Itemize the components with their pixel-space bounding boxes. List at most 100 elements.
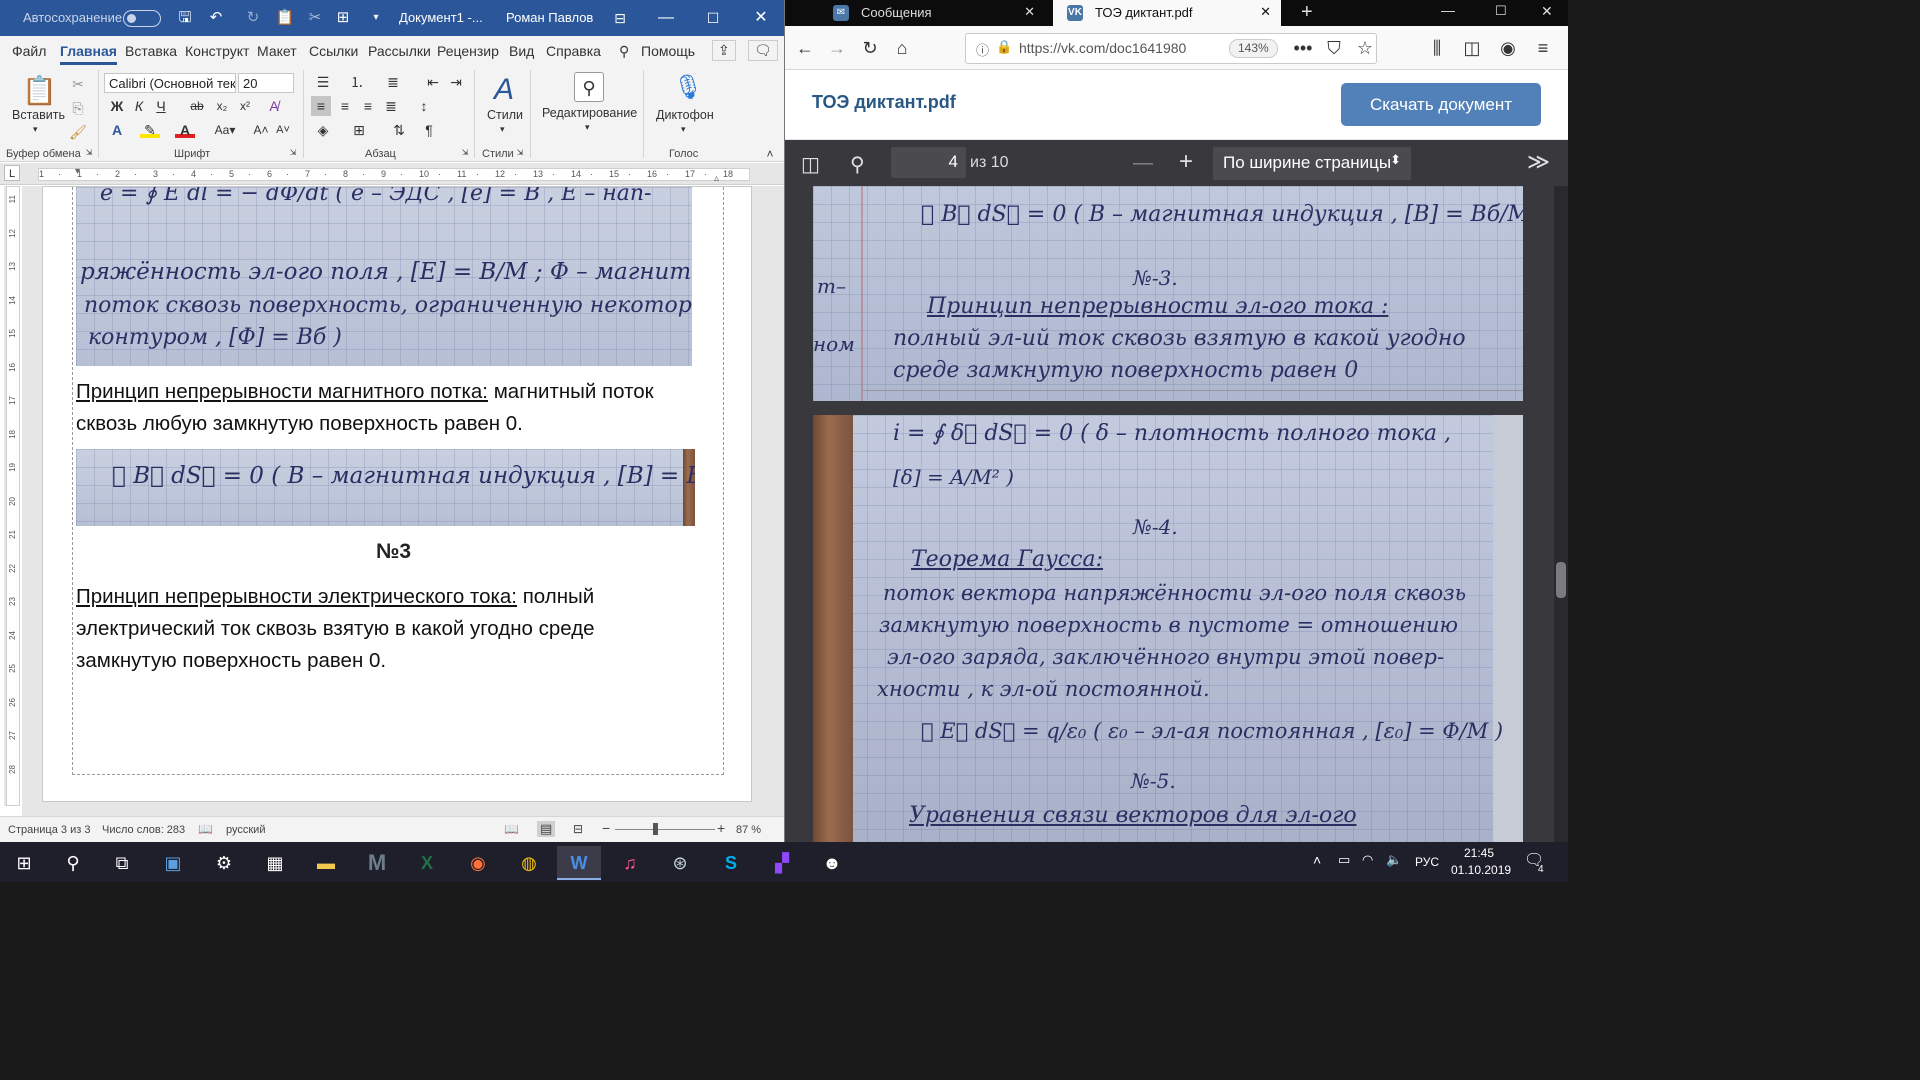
increase-indent-icon[interactable]: ⇥ (446, 72, 466, 92)
clock-time[interactable]: 21:45 (1464, 846, 1494, 860)
comments-icon[interactable]: 🗨 (748, 40, 778, 61)
print-layout-icon[interactable]: ▤ (537, 821, 556, 837)
change-case-icon[interactable]: Aa▾ (210, 120, 240, 140)
line-spacing-icon[interactable]: ↕ (414, 96, 434, 116)
download-button[interactable]: Скачать документ (1341, 83, 1541, 126)
app-icon[interactable]: ☻ (810, 846, 854, 880)
subscript-icon[interactable]: x₂ (212, 96, 232, 116)
autosave-toggle[interactable] (123, 10, 161, 27)
zoom-slider-track[interactable] (615, 829, 715, 830)
show-marks-icon[interactable]: ¶ (419, 120, 439, 140)
pdf-viewer[interactable]: ∮ B⃗ dS⃗ = 0 ( B – магнитная индукция , … (785, 186, 1568, 842)
clock-date[interactable]: 01.10.2019 (1451, 863, 1511, 877)
undo-icon[interactable]: ↶ (206, 8, 226, 28)
bold-icon[interactable]: Ж (107, 96, 127, 116)
tab-review[interactable]: Рецензир (437, 43, 499, 59)
maximize-button[interactable]: ☐ (1495, 0, 1507, 26)
sidebar-icon[interactable]: ◫ (1460, 36, 1484, 60)
minimize-button[interactable]: — (643, 0, 689, 36)
paste-button[interactable]: Вставить (12, 108, 65, 122)
search-icon[interactable]: ⚲ (51, 846, 95, 880)
battery-icon[interactable]: ▭ (1338, 852, 1350, 868)
font-color-icon[interactable]: A (175, 120, 195, 138)
tab-file[interactable]: Файл (12, 43, 46, 59)
clipboard-icon[interactable]: 📋 (275, 8, 295, 28)
tab-mailings[interactable]: Рассылки (368, 43, 431, 59)
justify-icon[interactable]: ≣ (381, 96, 401, 116)
proofing-icon[interactable]: 📖 (198, 822, 213, 836)
read-mode-icon[interactable]: 📖 (504, 822, 519, 836)
notebook-photo-2[interactable]: ∮ B⃗ dS⃗ = 0 ( B – магнитная индукция , … (76, 449, 695, 526)
styles-launcher-icon[interactable]: ⇲ (515, 148, 525, 158)
input-language[interactable]: РУС (1415, 855, 1439, 869)
close-button[interactable]: ✕ (1541, 0, 1553, 26)
microphone-icon[interactable]: 🎙 (673, 70, 703, 106)
pocket-icon[interactable]: ⛉ (1322, 36, 1346, 60)
zoom-slider-thumb[interactable] (653, 823, 658, 835)
editing-button[interactable]: Редактирование (542, 106, 637, 120)
control-panel-icon[interactable]: ▣ (151, 846, 195, 880)
tab-references[interactable]: Ссылки (309, 43, 358, 59)
firefox-icon[interactable]: ◉ (456, 846, 500, 880)
web-layout-icon[interactable]: ⊟ (573, 822, 583, 836)
paste-icon[interactable]: 📋 (22, 74, 57, 108)
word-icon[interactable]: W (557, 846, 601, 880)
share-icon[interactable]: ⇪ (712, 40, 736, 61)
close-tab-icon[interactable]: ✕ (1260, 4, 1271, 20)
reload-icon[interactable]: ↻ (858, 36, 882, 60)
calculator-icon[interactable]: ▦ (253, 846, 297, 880)
table-icon[interactable]: ⊞ (333, 8, 353, 28)
tab-help[interactable]: Справка (546, 43, 601, 59)
wifi-icon[interactable]: ◠ (1362, 852, 1373, 868)
notebook-photo-1[interactable]: e = ∮ E dl = − dΦ/dt ( e – ЭДС , [e] = B… (76, 187, 692, 366)
library-icon[interactable]: ⫼ (1425, 36, 1449, 60)
cut-icon[interactable]: ✂ (68, 74, 88, 94)
numbering-icon[interactable]: ⒈ (347, 72, 367, 92)
multilevel-list-icon[interactable]: ≣ (383, 72, 403, 92)
zoom-out-icon[interactable]: — (1133, 152, 1153, 175)
customize-qat-icon[interactable]: ▾ (366, 8, 386, 28)
chrome-icon[interactable]: ◍ (507, 846, 551, 880)
menu-icon[interactable]: ≡ (1531, 36, 1555, 60)
dictation-dropdown-icon[interactable]: ▾ (681, 124, 686, 135)
pdf-scrollbar[interactable] (1554, 186, 1568, 842)
format-painter-icon[interactable]: ✂ (305, 8, 325, 28)
close-button[interactable]: ✕ (738, 0, 784, 36)
dictation-button[interactable]: Диктофон (656, 108, 714, 122)
right-indent-marker[interactable]: ▵ (714, 173, 719, 184)
excel-icon[interactable]: X (405, 846, 449, 880)
underline-icon[interactable]: Ч (151, 96, 171, 116)
borders-icon[interactable]: ⊞ (349, 120, 369, 140)
strikethrough-icon[interactable]: ab (187, 96, 207, 116)
first-line-indent-marker[interactable]: ▾ (75, 166, 80, 177)
task-view-icon[interactable]: ⧉ (100, 846, 144, 880)
user-name[interactable]: Роман Павлов (506, 10, 593, 25)
save-icon[interactable]: 🖫 (175, 8, 195, 28)
tab-messages[interactable]: ✉ Сообщения ✕ (819, 0, 1045, 26)
paragraph-launcher-icon[interactable]: ⇲ (460, 148, 470, 158)
back-icon[interactable]: ← (793, 36, 817, 60)
tell-me-input[interactable]: Помощь (641, 43, 695, 59)
align-left-icon[interactable]: ≡ (311, 96, 331, 116)
m-app-icon[interactable]: M (355, 846, 399, 880)
skype-icon[interactable]: S (709, 846, 753, 880)
vruler-strip[interactable]: 11 12 13 14 15 16 17 18 19 20 21 22 23 24 25 26 27 28 (6, 186, 20, 806)
format-painter-icon[interactable]: 🖌 (68, 122, 88, 142)
zoom-out-icon[interactable]: − (602, 820, 610, 836)
search-icon[interactable]: ⚲ (619, 43, 629, 60)
info-icon[interactable]: ⓘ (976, 40, 989, 59)
scrollbar-thumb[interactable] (1556, 562, 1566, 598)
styles-icon[interactable]: A (486, 72, 522, 108)
settings-icon[interactable]: ⚙ (202, 846, 246, 880)
bookmark-star-icon[interactable]: ☆ (1353, 36, 1377, 60)
shrink-font-icon[interactable]: A˅ (273, 120, 293, 140)
page-number-input[interactable]: 4 (891, 147, 966, 178)
sort-icon[interactable]: ⇅ (389, 120, 409, 140)
font-name-select[interactable]: Calibri (Основной тек (104, 73, 236, 93)
clear-formatting-icon[interactable]: A̸ (264, 96, 284, 116)
file-explorer-icon[interactable]: ▬ (304, 846, 348, 880)
tray-chevron-icon[interactable]: ˄ (1313, 852, 1321, 868)
tab-view[interactable]: Вид (509, 43, 534, 59)
page-actions-icon[interactable]: ••• (1291, 36, 1315, 60)
home-icon[interactable]: ⌂ (890, 36, 914, 60)
